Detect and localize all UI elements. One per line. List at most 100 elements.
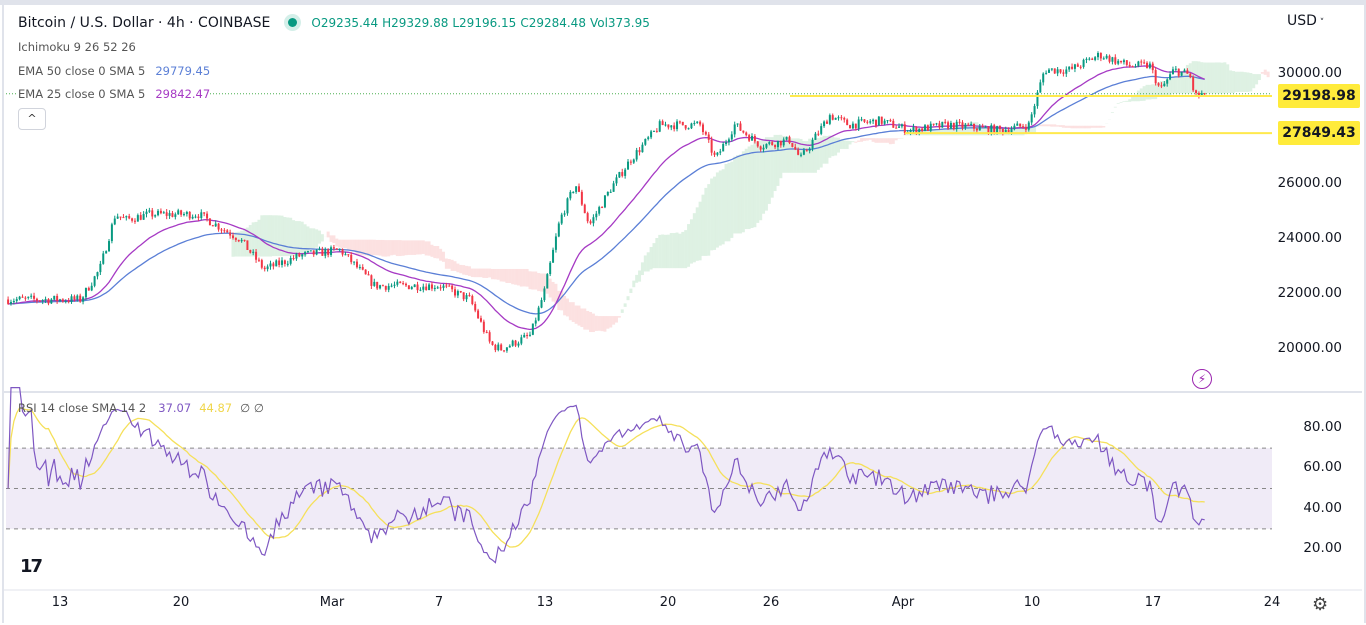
candle-body [629, 161, 632, 163]
candle-body [1073, 64, 1076, 69]
ichimoku-cloud-segment [444, 258, 448, 269]
tradingview-logo[interactable]: 17 [20, 556, 43, 577]
ichimoku-cloud-segment [450, 259, 454, 271]
candle-body [874, 119, 877, 126]
ema50-value: 29779.45 [155, 64, 211, 78]
candle-body [413, 284, 416, 288]
gear-icon[interactable]: ⚙ [1312, 594, 1328, 615]
candle-body [1085, 58, 1088, 60]
candle-body [935, 123, 938, 125]
candle-body [889, 120, 892, 122]
ema25-line [8, 65, 1205, 331]
candle-body [393, 284, 396, 286]
ichimoku-cloud-segment [707, 184, 711, 256]
candle-body [64, 300, 67, 302]
candle-body [1045, 72, 1048, 74]
ichimoku-cloud-segment [614, 316, 618, 323]
candle-body [520, 337, 523, 344]
ichimoku-cloud-segment [346, 239, 350, 251]
candle-body [24, 297, 27, 299]
ichimoku-cloud-segment [805, 141, 809, 173]
symbol-title[interactable]: Bitcoin / U.S. Dollar · 4h · COINBASE [18, 15, 270, 31]
ichimoku-cloud-segment [294, 221, 298, 257]
ichimoku-cloud-segment [266, 215, 270, 257]
candle-body [788, 136, 791, 144]
candle-body [817, 133, 820, 135]
ichimoku-cloud-segment [736, 155, 740, 234]
candle-body [546, 274, 549, 289]
rsi-axis-label: 20.00 [1303, 540, 1342, 557]
chevron-down-icon: ˅ [1316, 18, 1325, 28]
ichimoku-legend[interactable]: Ichimoku 9 26 52 26 [18, 40, 136, 54]
candle-body [185, 211, 188, 215]
ichimoku-cloud-segment [1064, 125, 1068, 128]
candle-body [70, 296, 73, 302]
ichimoku-cloud-segment [638, 270, 642, 282]
ichimoku-cloud-segment [441, 251, 445, 262]
candle-body [857, 119, 860, 129]
ichimoku-cloud-segment [522, 268, 526, 287]
price-level-tag[interactable]: 29198.98 [1278, 84, 1360, 109]
candle-body [592, 217, 595, 224]
ema50-legend[interactable]: EMA 50 close 0 SMA 5 29779.45 [18, 64, 210, 78]
ichimoku-cloud-segment [629, 288, 633, 294]
candle-body [30, 295, 33, 297]
ichimoku-cloud-segment [1070, 125, 1074, 129]
candle-body [197, 216, 200, 218]
ichimoku-cloud-segment [453, 261, 457, 271]
rsi-legend[interactable]: RSI 14 close SMA 14 2 37.07 44.87 ∅ ∅ [18, 401, 264, 415]
ichimoku-cloud-segment [260, 215, 264, 257]
ichimoku-cloud-segment [643, 255, 647, 272]
ichimoku-cloud-segment [338, 239, 342, 248]
ichimoku-cloud-segment [491, 268, 494, 280]
ichimoku-cloud-segment [640, 262, 644, 276]
candle-body [508, 345, 511, 348]
ichimoku-cloud-segment [283, 217, 287, 257]
candle-body [283, 260, 286, 264]
ema25-legend[interactable]: EMA 25 close 0 SMA 5 29842.47 [18, 87, 211, 101]
ichimoku-cloud-segment [384, 240, 388, 257]
ichimoku-cloud-segment [865, 138, 869, 141]
candle-body [872, 119, 875, 122]
candle-body [292, 258, 295, 260]
candle-body [589, 221, 592, 224]
ichimoku-cloud-segment [237, 231, 241, 257]
collapse-legend-button[interactable]: ^ [18, 108, 46, 130]
lightning-icon[interactable]: ⚡ [1192, 369, 1212, 389]
ichimoku-cloud-segment [692, 213, 696, 263]
ichimoku-cloud-segment [563, 295, 567, 316]
candle-body [1094, 57, 1097, 60]
candle-body [448, 285, 451, 287]
candle-body [554, 236, 557, 250]
candle-body [895, 127, 898, 129]
candle-body [1068, 66, 1071, 70]
currency-selector[interactable]: USD ˅ [1287, 13, 1324, 29]
ichimoku-cloud-segment [1139, 88, 1143, 101]
candle-body [1050, 68, 1053, 70]
candle-body [223, 230, 226, 232]
candle-body [479, 318, 482, 322]
candle-body [306, 251, 309, 253]
ichimoku-cloud-segment [398, 240, 402, 257]
candle-body [355, 261, 358, 268]
price-level-tag[interactable]: 27849.43 [1278, 121, 1360, 146]
candle-body [883, 120, 886, 124]
candle-body [903, 124, 906, 133]
ichimoku-cloud-segment [306, 226, 310, 254]
candle-body [364, 269, 367, 275]
ichimoku-cloud-segment [421, 240, 425, 254]
candle-body [1122, 60, 1125, 63]
candle-body [753, 135, 756, 142]
candle-body [877, 116, 880, 126]
rsi-extra: ∅ ∅ [240, 401, 264, 415]
ema25-label: EMA 25 close 0 SMA 5 [18, 87, 146, 101]
ichimoku-cloud-segment [747, 146, 751, 230]
time-axis-label: Mar [319, 595, 345, 610]
ichimoku-cloud-segment [332, 235, 336, 244]
ichimoku-cloud-segment [698, 201, 702, 261]
ichimoku-cloud-segment [1131, 96, 1135, 102]
ichimoku-cloud-segment [701, 194, 705, 256]
candle-body [237, 239, 240, 242]
candle-body [1177, 68, 1180, 76]
candle-body [53, 295, 56, 300]
